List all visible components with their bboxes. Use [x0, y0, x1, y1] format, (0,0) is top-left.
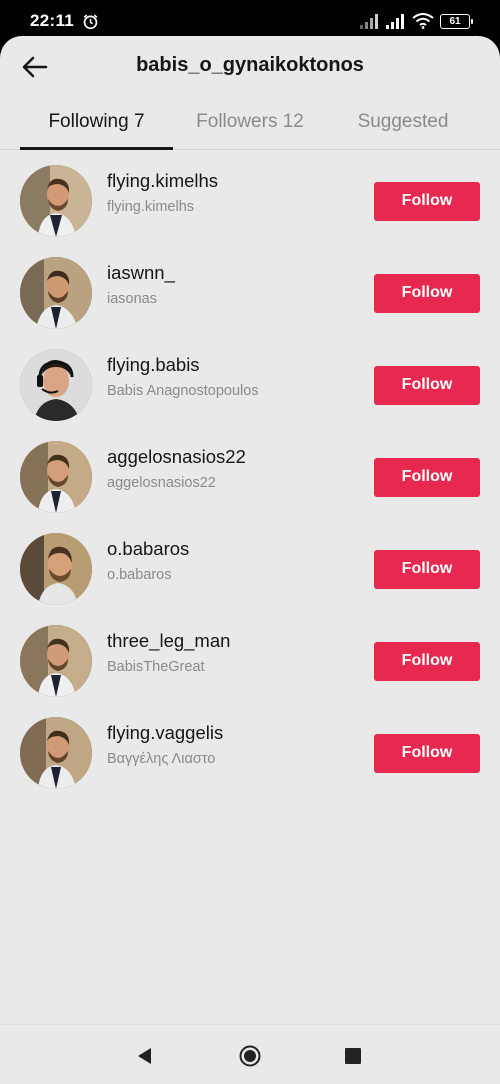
- avatar[interactable]: [20, 257, 92, 329]
- active-tab-indicator: [20, 147, 173, 150]
- username[interactable]: flying.babis: [107, 353, 259, 377]
- system-nav-bar: [0, 1024, 500, 1084]
- username[interactable]: aggelosnasios22: [107, 445, 246, 469]
- user-names: flying.kimelhs flying.kimelhs: [107, 169, 218, 218]
- avatar[interactable]: [20, 533, 92, 605]
- following-sheet: babis_o_gynaikoktonos Following 7 Follow…: [0, 36, 500, 1084]
- square-recents-icon[interactable]: [342, 1045, 364, 1067]
- avatar[interactable]: [20, 349, 92, 421]
- status-icons: 61: [360, 13, 473, 29]
- battery-level: 61: [449, 15, 461, 27]
- list-item[interactable]: flying.babis Babis Anagnostopoulos Follo…: [0, 339, 500, 431]
- status-time: 22:11: [30, 11, 75, 30]
- nickname: Babis Anagnostopoulos: [107, 383, 259, 399]
- nickname: o.babaros: [107, 567, 172, 583]
- user-names: aggelosnasios22 aggelosnasios22: [107, 445, 246, 494]
- username[interactable]: o.babaros: [107, 537, 189, 561]
- username[interactable]: flying.vaggelis: [107, 721, 223, 745]
- tab-followers[interactable]: Followers 12: [180, 94, 320, 150]
- username[interactable]: three_leg_man: [107, 629, 230, 653]
- user-names: flying.vaggelis Βαγγέλης Λιαστο: [107, 721, 223, 770]
- nickname: aggelosnasios22: [107, 475, 216, 491]
- page-title: babis_o_gynaikoktonos: [136, 53, 364, 76]
- tab-label: Following 7: [48, 111, 145, 132]
- nickname: iasonas: [107, 291, 157, 307]
- tab-suggested[interactable]: Suggested: [336, 94, 470, 150]
- alarm-icon: [83, 14, 98, 29]
- username[interactable]: iaswnn_: [107, 261, 175, 285]
- list-item[interactable]: iaswnn_ iasonas Follow: [0, 247, 500, 339]
- avatar-image: [20, 441, 92, 513]
- tab-label: Followers 12: [196, 111, 304, 132]
- follow-button[interactable]: Follow: [374, 641, 480, 681]
- follow-button[interactable]: Follow: [374, 365, 480, 405]
- triangle-back-icon[interactable]: [134, 1045, 156, 1067]
- arrow-left-icon[interactable]: [20, 52, 50, 82]
- list-item[interactable]: o.babaros o.babaros Follow: [0, 523, 500, 615]
- tab-following[interactable]: Following 7: [20, 94, 173, 150]
- avatar[interactable]: [20, 165, 92, 237]
- avatar[interactable]: [20, 441, 92, 513]
- user-names: flying.babis Babis Anagnostopoulos: [107, 353, 259, 402]
- signal-icon: [386, 14, 404, 29]
- nickname: BabisTheGreat: [107, 659, 205, 675]
- avatar-image: [20, 165, 92, 237]
- avatar[interactable]: [20, 717, 92, 789]
- follow-button[interactable]: Follow: [374, 549, 480, 589]
- header: babis_o_gynaikoktonos: [0, 36, 500, 94]
- avatar-image: [20, 533, 92, 605]
- list-item[interactable]: flying.kimelhs flying.kimelhs Follow: [0, 155, 500, 247]
- wifi-icon: [412, 13, 434, 29]
- avatar[interactable]: [20, 625, 92, 697]
- list-item[interactable]: three_leg_man BabisTheGreat Follow: [0, 615, 500, 707]
- follow-button[interactable]: Follow: [374, 273, 480, 313]
- follow-button[interactable]: Follow: [374, 733, 480, 773]
- avatar-image: [20, 349, 92, 421]
- avatar-image: [20, 257, 92, 329]
- nickname: flying.kimelhs: [107, 199, 195, 215]
- follow-button[interactable]: Follow: [374, 457, 480, 497]
- avatar-image: [20, 717, 92, 789]
- circle-home-icon[interactable]: [239, 1045, 261, 1067]
- tab-label: Suggested: [357, 111, 449, 132]
- nickname: Βαγγέλης Λιαστο: [107, 751, 216, 767]
- follow-button[interactable]: Follow: [374, 181, 480, 221]
- battery-icon: 61: [440, 13, 473, 29]
- tab-bar: Following 7 Followers 12 Suggested: [0, 94, 500, 150]
- avatar-image: [20, 625, 92, 697]
- username[interactable]: flying.kimelhs: [107, 169, 218, 193]
- user-names: o.babaros o.babaros: [107, 537, 189, 586]
- user-names: iaswnn_ iasonas: [107, 261, 175, 310]
- list-item[interactable]: flying.vaggelis Βαγγέλης Λιαστο Follow: [0, 707, 500, 799]
- list-item[interactable]: aggelosnasios22 aggelosnasios22 Follow: [0, 431, 500, 523]
- user-names: three_leg_man BabisTheGreat: [107, 629, 230, 678]
- signal-icon: [360, 14, 378, 29]
